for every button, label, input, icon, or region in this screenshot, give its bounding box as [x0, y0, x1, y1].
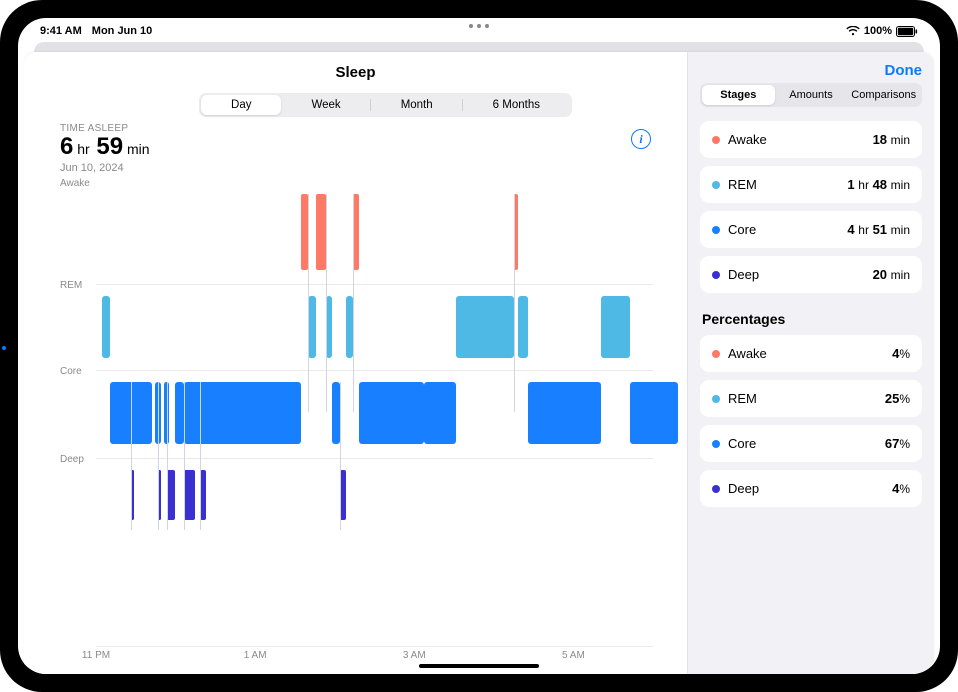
chart-interval — [630, 382, 678, 444]
chart-interval — [316, 194, 326, 270]
range-tab-month[interactable]: Month — [371, 95, 463, 115]
range-tab-week[interactable]: Week — [281, 95, 370, 115]
screen: 9:41 AM Mon Jun 10 100% Sleep — [18, 18, 940, 674]
sleep-stages-chart[interactable]: Awake REM Core Deep 11 PM 1 AM 3 AM 5 AM — [60, 178, 653, 674]
range-tab-day[interactable]: Day — [201, 95, 281, 115]
stage-value: 67% — [885, 436, 910, 451]
chart-interval — [332, 382, 340, 444]
stage-name: REM — [728, 391, 757, 406]
chart-interval — [528, 382, 601, 444]
range-tab-6-months[interactable]: 6 Months — [463, 95, 570, 115]
side-tab-stages[interactable]: Stages — [702, 85, 775, 105]
stage-value: 18 min — [873, 132, 910, 147]
summary-value: 6 hr 59 min — [60, 134, 150, 160]
pct-card-awake[interactable]: Awake 4% — [700, 335, 922, 372]
chart-interval — [346, 296, 353, 358]
stage-name: Deep — [728, 481, 759, 496]
done-button[interactable]: Done — [885, 62, 923, 79]
x-tick: 5 AM — [562, 650, 585, 661]
chart-interval — [102, 296, 110, 358]
side-dot — [2, 346, 6, 350]
percentages-list: Awake 4% REM 25% Core 67% Deep 4% — [700, 335, 922, 515]
stage-value: 1 hr 48 min — [847, 177, 910, 192]
stage-value: 4 hr 51 min — [847, 222, 910, 237]
stage-name: Core — [728, 222, 756, 237]
stage-name: Core — [728, 436, 756, 451]
battery-icon — [896, 26, 918, 37]
x-tick: 1 AM — [244, 650, 267, 661]
chart-interval — [301, 194, 308, 270]
y-axis-label-deep: Deep — [60, 454, 84, 465]
range-segmented-control[interactable]: DayWeekMonth6 Months — [199, 93, 572, 117]
stage-dot-icon — [712, 350, 720, 358]
stage-dot-icon — [712, 181, 720, 189]
y-axis-label-core: Core — [60, 366, 82, 377]
stage-dot-icon — [712, 395, 720, 403]
chart-interval — [518, 296, 528, 358]
sleep-sheet: Sleep DayWeekMonth6 Months TIME ASLEEP 6… — [24, 52, 934, 674]
main-pane: Sleep DayWeekMonth6 Months TIME ASLEEP 6… — [24, 52, 688, 674]
nav-header: Sleep — [24, 52, 687, 87]
status-date: Mon Jun 10 — [92, 25, 153, 37]
stage-name: Awake — [728, 132, 767, 147]
side-tab-comparisons[interactable]: Comparisons — [847, 85, 920, 105]
behind-sheet — [34, 42, 924, 52]
pct-card-rem[interactable]: REM 25% — [700, 380, 922, 417]
stage-value: 4% — [892, 346, 910, 361]
stage-name: REM — [728, 177, 757, 192]
pct-card-deep[interactable]: Deep 4% — [700, 470, 922, 507]
wifi-icon — [846, 26, 860, 36]
stage-dot-icon — [712, 271, 720, 279]
x-tick: 3 AM — [403, 650, 426, 661]
stage-dot-icon — [712, 440, 720, 448]
stage-dot-icon — [712, 136, 720, 144]
chart-interval — [424, 382, 456, 444]
percentages-header: Percentages — [702, 311, 920, 327]
status-bar: 9:41 AM Mon Jun 10 100% — [18, 18, 940, 42]
stage-name: Awake — [728, 346, 767, 361]
status-battery-pct: 100% — [864, 25, 892, 37]
x-tick: 11 PM — [82, 650, 110, 661]
side-tab-amounts[interactable]: Amounts — [775, 85, 848, 105]
stage-card-rem[interactable]: REM 1 hr 48 min — [700, 166, 922, 203]
side-pane: Done StagesAmountsComparisons Awake 18 mi… — [688, 52, 934, 674]
page-title: Sleep — [24, 64, 687, 81]
summary-date: Jun 10, 2024 — [60, 162, 150, 174]
multitask-dots[interactable] — [469, 24, 489, 28]
stage-card-deep[interactable]: Deep 20 min — [700, 256, 922, 293]
stage-dot-icon — [712, 226, 720, 234]
chart-interval — [456, 296, 514, 358]
ipad-frame: 9:41 AM Mon Jun 10 100% Sleep — [0, 0, 958, 692]
stage-value: 4% — [892, 481, 910, 496]
chart-interval — [167, 470, 175, 520]
y-axis-label-awake: Awake — [60, 178, 90, 189]
stage-card-awake[interactable]: Awake 18 min — [700, 121, 922, 158]
stage-card-core[interactable]: Core 4 hr 51 min — [700, 211, 922, 248]
chart-interval — [175, 382, 183, 444]
stage-value: 25% — [885, 391, 910, 406]
chart-interval — [308, 296, 316, 358]
chart-interval — [601, 296, 629, 358]
info-button[interactable]: i — [631, 129, 651, 149]
side-segmented-control[interactable]: StagesAmountsComparisons — [700, 83, 922, 107]
y-axis-label-rem: REM — [60, 280, 82, 291]
stages-list: Awake 18 min REM 1 hr 48 min Core 4 hr 51 min… — [700, 121, 922, 301]
stage-value: 20 min — [873, 267, 910, 282]
chart-interval — [359, 382, 424, 444]
pct-card-core[interactable]: Core 67% — [700, 425, 922, 462]
chart-interval — [184, 470, 195, 520]
stage-name: Deep — [728, 267, 759, 282]
stage-dot-icon — [712, 485, 720, 493]
status-time: 9:41 AM — [40, 25, 82, 37]
home-indicator[interactable] — [419, 664, 539, 668]
